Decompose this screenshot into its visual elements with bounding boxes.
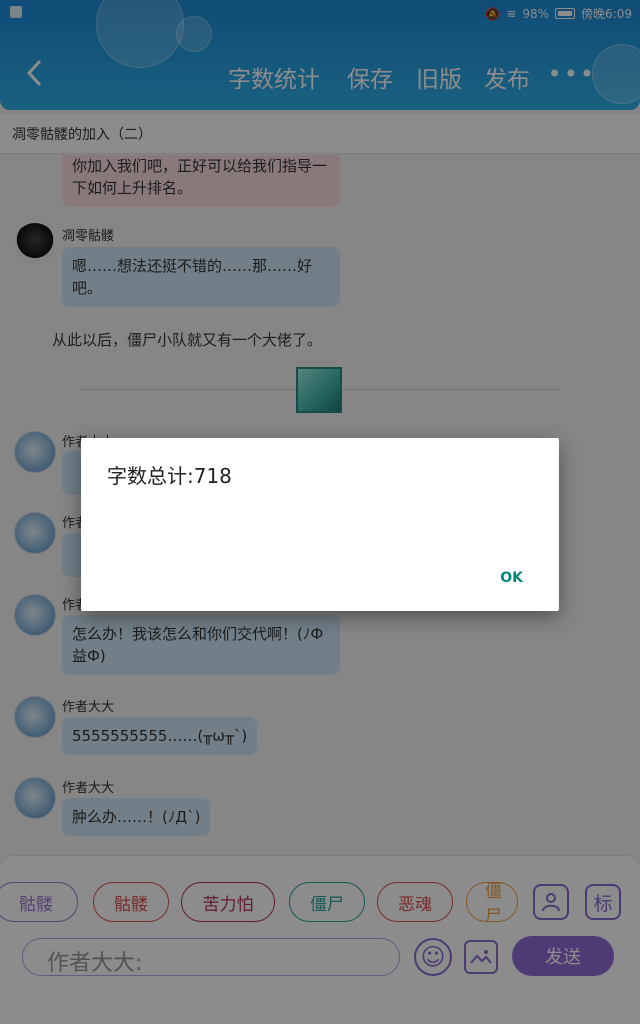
word-count-dialog: 字数总计:718 OK (81, 438, 559, 611)
ok-button[interactable]: OK (500, 570, 523, 586)
dialog-title: 字数总计:718 (107, 464, 232, 488)
